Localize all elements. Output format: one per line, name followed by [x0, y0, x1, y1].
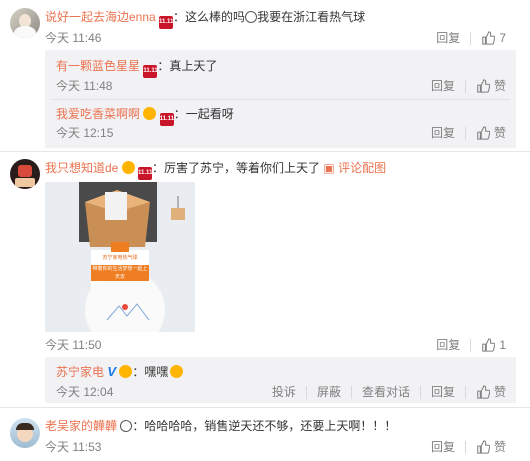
like-label: 赞: [493, 385, 506, 399]
comment-actions: 回复 7: [426, 31, 516, 45]
member-badge-icon: 11.11: [159, 113, 174, 126]
thumbs-up-icon: [477, 385, 490, 399]
picture-caption: 带着你的生活梦想一起上天去: [91, 265, 149, 281]
comment-divider: [0, 407, 530, 408]
comment-picture[interactable]: 苏宁家电热气球 带着你的生活梦想一起上天去: [45, 182, 195, 332]
reply-button[interactable]: 回复: [426, 338, 470, 352]
view-conversation-button[interactable]: 查看对话: [352, 385, 420, 399]
reply-button[interactable]: 回复: [421, 126, 465, 140]
comment-actions: 回复 赞: [421, 440, 516, 454]
smile-emoji-icon: [245, 11, 258, 23]
vip-icon: [121, 161, 135, 174]
block-button[interactable]: 屏蔽: [307, 385, 351, 399]
reply-body: ：嘿嘿: [132, 365, 169, 379]
verified-icon: V: [107, 364, 117, 379]
like-label: 赞: [493, 440, 506, 454]
reply-time: 今天 11:48: [56, 79, 113, 93]
comment-text: 说好一起去海边enna 11.11：这么棒的吗 我要在浙江看热气球: [45, 9, 365, 29]
thumbs-up-icon: [477, 440, 490, 454]
avatar[interactable]: [10, 418, 40, 448]
reply-text: 我爱吃香菜啊啊 11.11：一起看呀: [56, 106, 234, 126]
reply-text: 苏宁家电 V ：嘿嘿: [56, 364, 184, 380]
reply-button[interactable]: 回复: [421, 385, 465, 399]
comment-body-continued: 我要在浙江看热气球: [257, 10, 366, 24]
reply-button[interactable]: 回复: [421, 440, 465, 454]
comment-time: 今天 11:53: [45, 440, 102, 454]
thumbs-up-icon: [477, 79, 490, 93]
reply-username[interactable]: 有一颗蓝色星星: [56, 59, 140, 73]
comment-text: 老吴家的韡韡 ：哈哈哈哈，销售逆天还不够，还要上天啊！！！: [45, 418, 396, 434]
reply-time: 今天 12:04: [56, 385, 114, 399]
member-badge-icon: 11.11: [159, 16, 173, 29]
comment-body: ：这么棒的吗: [173, 10, 246, 24]
divider: [51, 99, 510, 100]
like-button[interactable]: 7: [471, 31, 516, 45]
thumbs-up-icon: [482, 31, 496, 45]
reply-body: ：一起看呀: [173, 107, 234, 121]
like-count: 1: [499, 338, 506, 352]
vip-icon: [143, 107, 157, 120]
reply-actions: 回复 赞: [421, 79, 516, 93]
like-button[interactable]: 1: [471, 338, 516, 352]
comment-actions: 回复 1: [426, 338, 516, 352]
reply-actions: 投诉 屏蔽 查看对话 回复 赞: [262, 385, 516, 399]
reply-username[interactable]: 苏宁家电: [56, 365, 104, 379]
panda-icon: [120, 420, 133, 432]
comment-text: 我只想知道de 11.11：厉害了苏宁，等着你们上天了 ▣ 评论配图: [45, 160, 386, 180]
thumbs-up-icon: [482, 338, 496, 352]
like-button[interactable]: 赞: [466, 385, 516, 399]
comment-picture-link[interactable]: ▣ 评论配图: [323, 161, 386, 175]
like-label: 赞: [493, 79, 506, 93]
comment-divider: [0, 151, 530, 152]
like-button[interactable]: 赞: [466, 79, 516, 93]
vip-icon: [119, 365, 133, 378]
comment-body: ：哈哈哈哈，销售逆天还不够，还要上天啊！！！: [132, 419, 397, 433]
comment-time: 今天 11:50: [45, 338, 102, 352]
comment-username[interactable]: 说好一起去海边enna: [45, 10, 156, 24]
comment-picture-link-label: 评论配图: [338, 161, 387, 175]
comment-username[interactable]: 老吴家的韡韡: [45, 419, 117, 433]
avatar[interactable]: [10, 8, 40, 38]
reply-button[interactable]: 回复: [421, 79, 465, 93]
comment-time: 今天 11:46: [45, 31, 102, 45]
laugh-emoji-icon: [170, 365, 184, 378]
like-button[interactable]: 赞: [466, 440, 516, 454]
thumbs-up-icon: [477, 126, 490, 140]
comment-username[interactable]: 我只想知道de: [45, 161, 118, 175]
reply-button[interactable]: 回复: [426, 31, 470, 45]
member-badge-icon: 11.11: [138, 167, 152, 180]
reply-actions: 回复 赞: [421, 126, 516, 140]
report-button[interactable]: 投诉: [262, 385, 306, 399]
like-count: 7: [499, 31, 506, 45]
like-label: 赞: [493, 126, 506, 140]
reply-body: ：真上天了: [157, 59, 218, 73]
reply-time: 今天 12:15: [56, 126, 114, 140]
comment-body: ：厉害了苏宁，等着你们上天了: [152, 161, 321, 175]
picture-caption: 苏宁家电热气球: [102, 255, 138, 261]
member-badge-icon: 11.11: [143, 65, 158, 78]
like-button[interactable]: 赞: [466, 126, 516, 140]
avatar[interactable]: [10, 159, 40, 189]
reply-username[interactable]: 我爱吃香菜啊啊: [56, 107, 140, 121]
reply-text: 有一颗蓝色星星 11.11：真上天了: [56, 58, 217, 78]
